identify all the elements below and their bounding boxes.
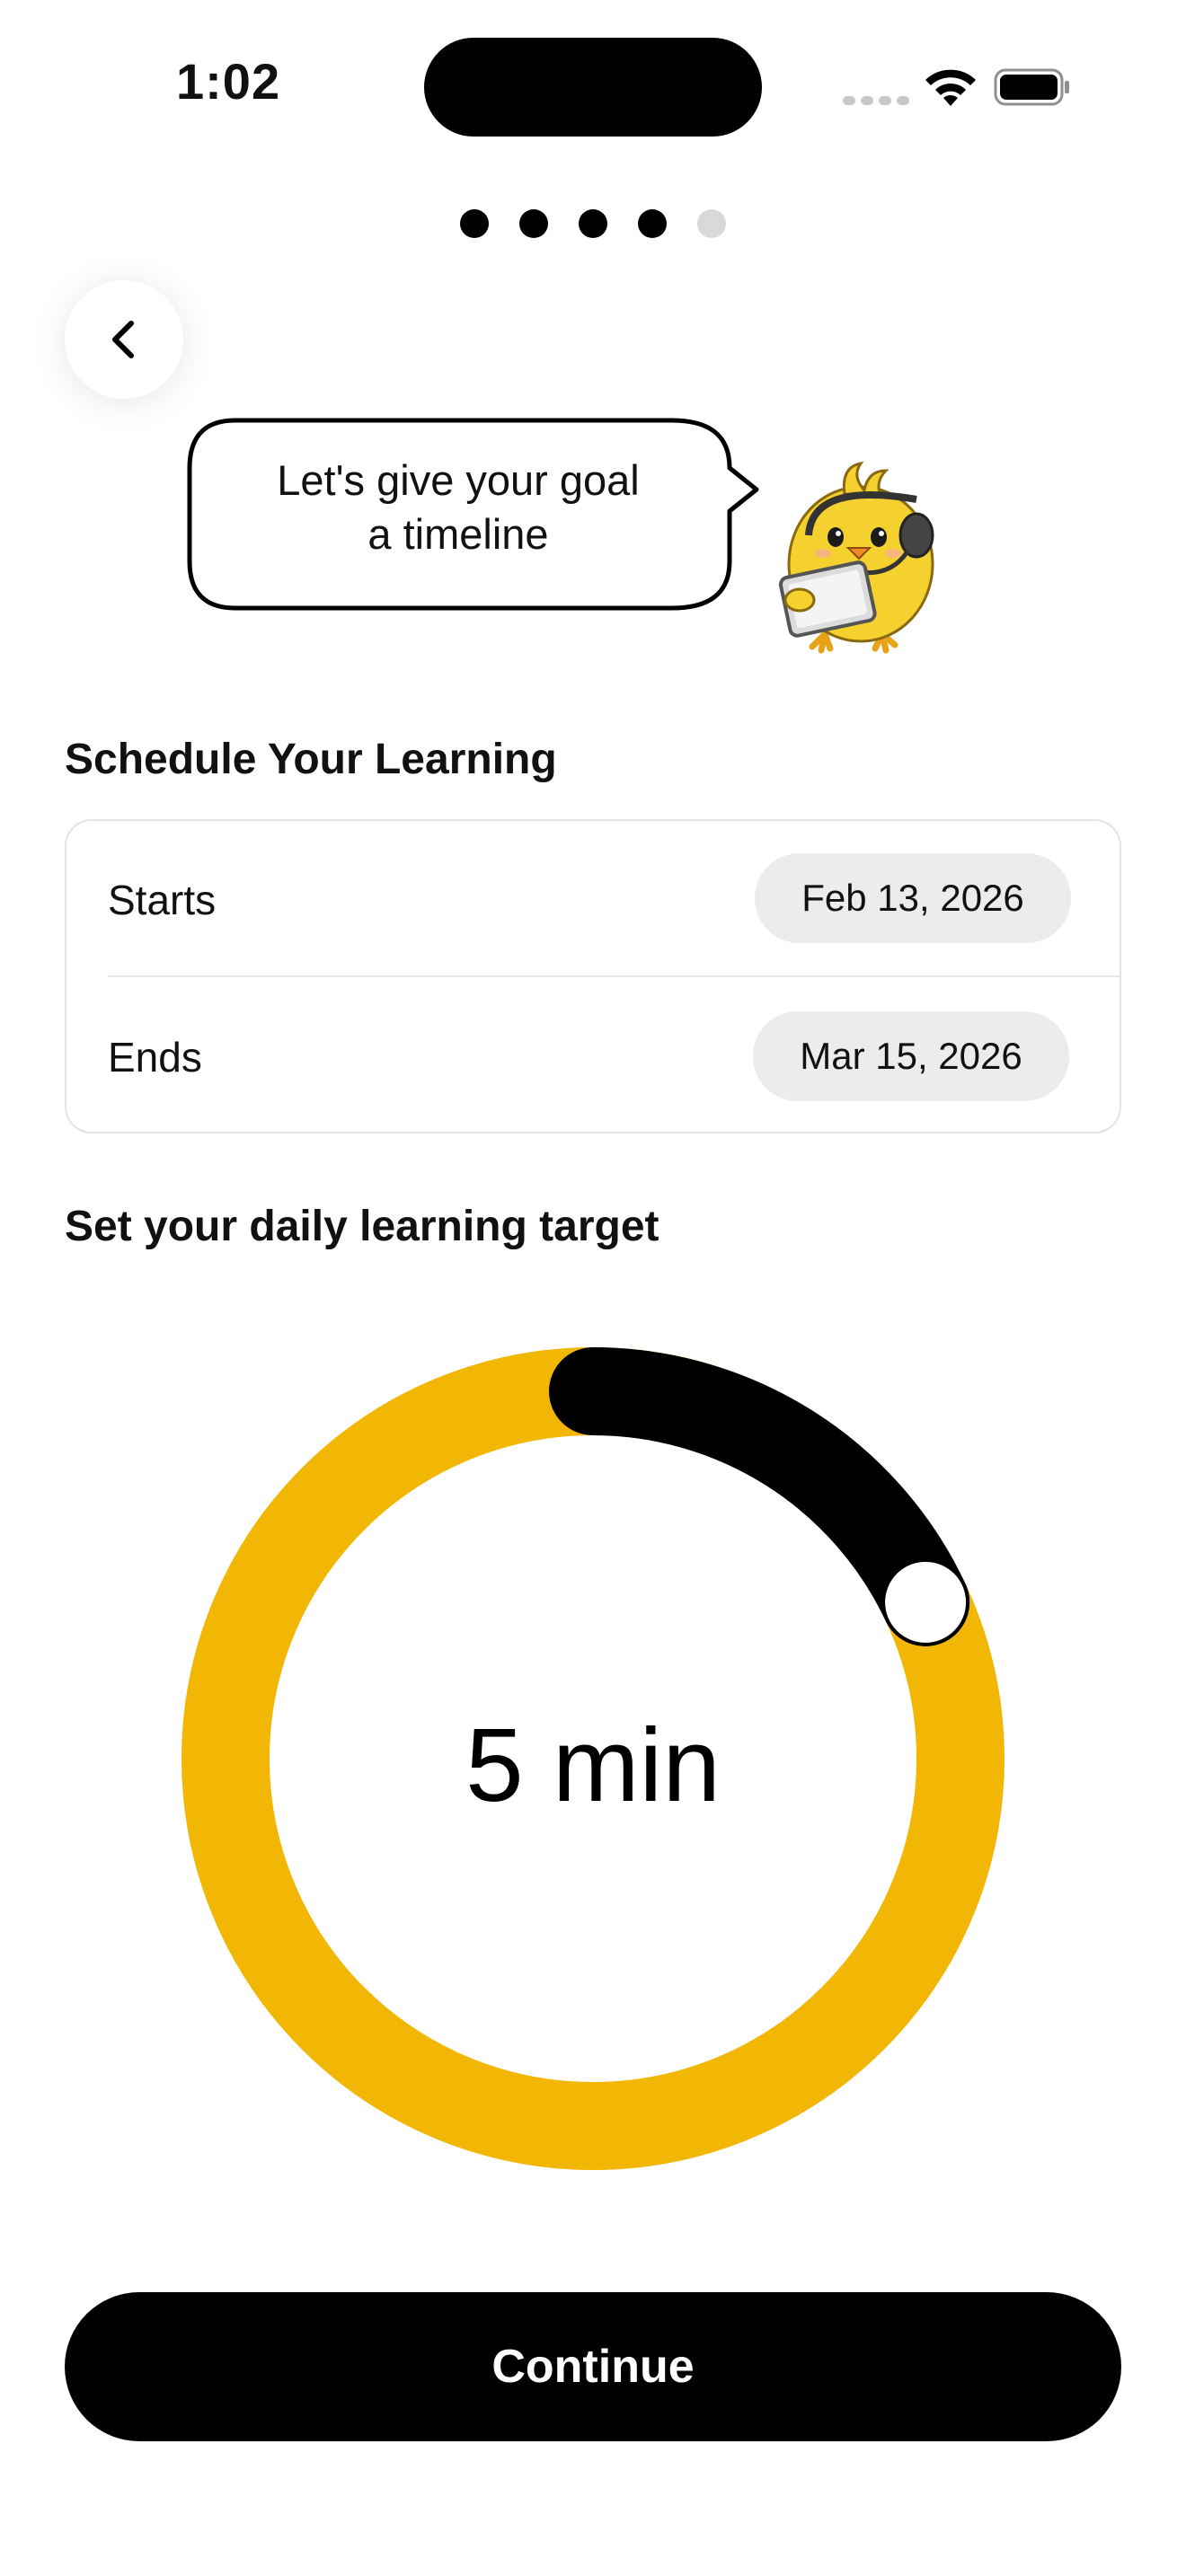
chevron-left-icon [112,321,134,358]
start-date-picker[interactable]: Feb 13, 2026 [755,853,1071,943]
row-divider [108,975,1121,977]
dial-handle[interactable] [881,1557,970,1646]
speech-line-2: a timeline [367,510,549,558]
progress-dot [638,209,667,238]
speech-line-1: Let's give your goal [277,456,640,504]
speech-bubble-text: Let's give your goal a timeline [207,454,710,561]
dynamic-island [424,38,762,137]
starts-label: Starts [108,877,217,923]
onboarding-progress [460,209,726,238]
chick-mascot-icon [778,461,934,654]
ends-label: Ends [108,1034,202,1081]
status-time: 1:02 [176,53,281,110]
dial-progress-arc [549,1347,970,1646]
progress-dot [697,209,726,238]
progress-dot [519,209,548,238]
progress-dot [579,209,607,238]
battery-icon [994,68,1069,106]
wifi-icon [925,69,976,106]
continue-button[interactable]: Continue [65,2292,1121,2441]
end-date-picker[interactable]: Mar 15, 2026 [753,1011,1069,1101]
daily-target-title: Set your daily learning target [65,1203,659,1250]
progress-dot [460,209,489,238]
back-button[interactable] [65,280,183,399]
schedule-section-title: Schedule Your Learning [65,736,557,783]
daily-target-value: 5 min [465,1707,721,1823]
cellular-signal-icon [843,93,915,110]
